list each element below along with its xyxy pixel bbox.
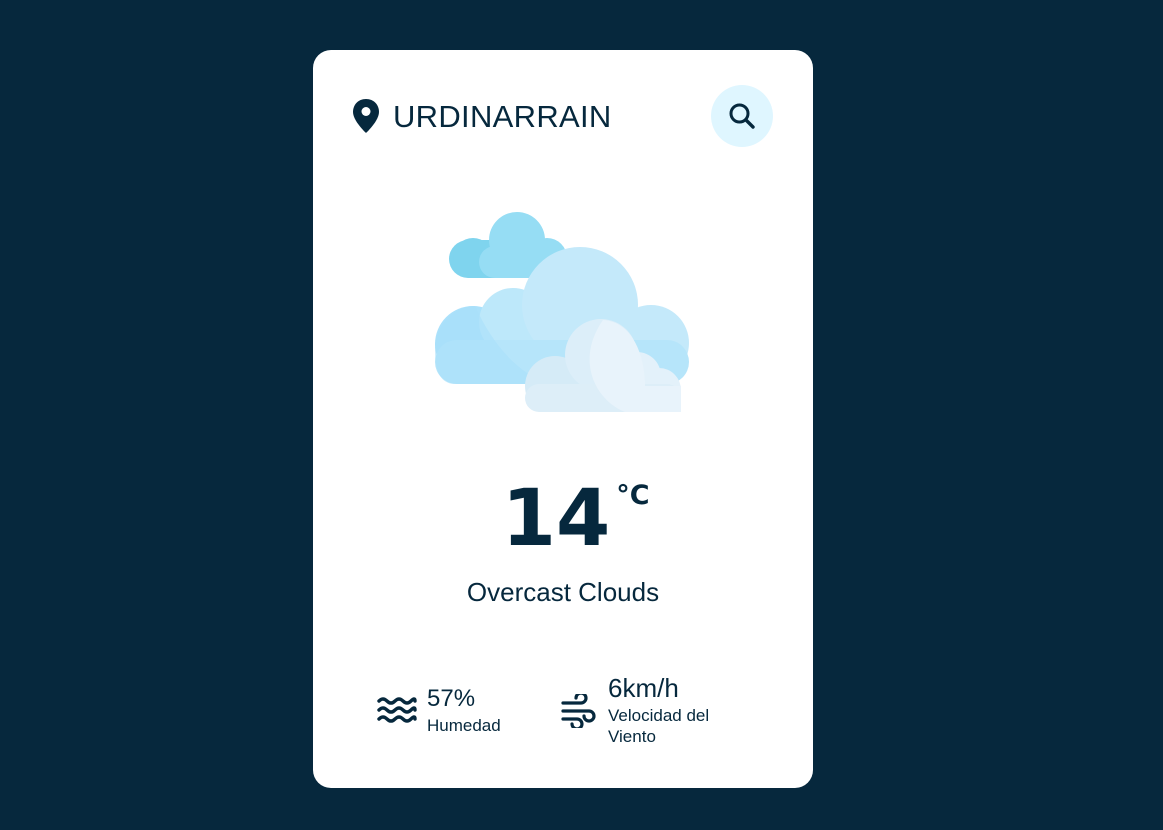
wind-detail: 6km/h Velocidad del Viento — [608, 675, 738, 747]
search-icon — [729, 103, 755, 129]
wind-icon — [561, 694, 596, 728]
humidity-label: Humedad — [427, 716, 501, 735]
weather-description: Overcast Clouds — [466, 577, 660, 607]
humidity-detail: 57% Humedad — [427, 687, 501, 736]
humidity-value: 57% — [427, 685, 476, 712]
city-name: URDINARRAIN — [393, 99, 612, 134]
search-button[interactable] — [711, 85, 773, 147]
temperature-unit: °C — [616, 480, 650, 511]
location-pin-icon — [353, 99, 379, 133]
humidity-waves-icon — [377, 697, 417, 723]
overcast-clouds-icon — [435, 212, 689, 412]
temperature-value: 14 °C — [501, 474, 650, 564]
weather-card: URDINARRAIN 14 °C Overcast Clouds 57% Hu… — [313, 50, 813, 788]
wind-value: 6km/h — [608, 673, 679, 703]
wind-label: Velocidad del Viento — [608, 706, 710, 746]
